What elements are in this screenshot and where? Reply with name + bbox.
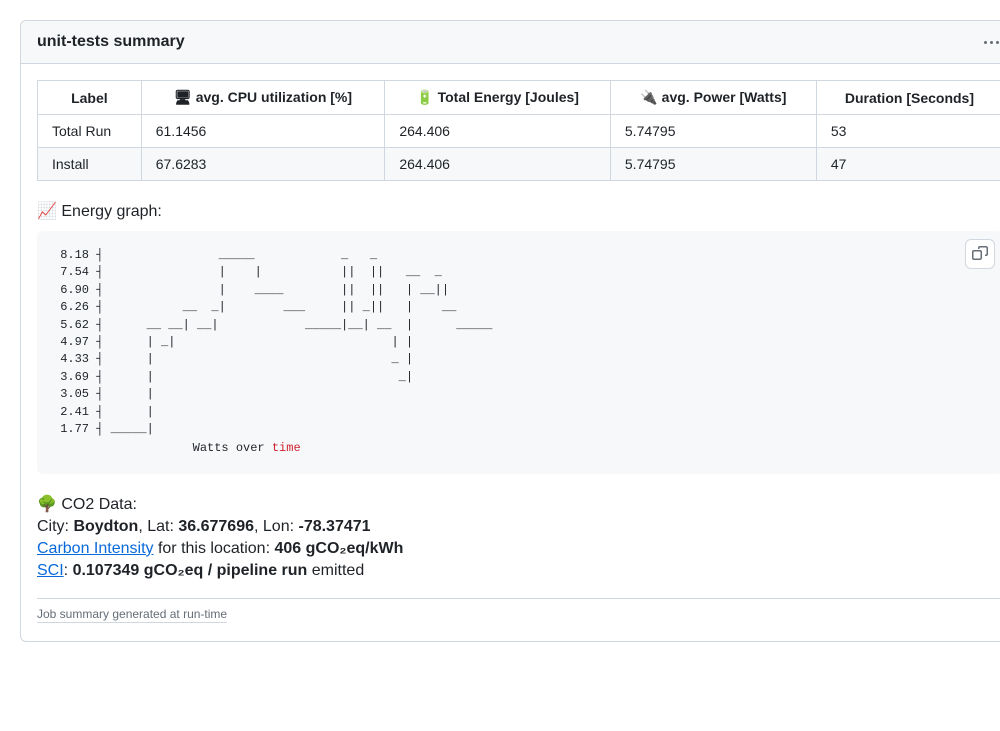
sci-link[interactable]: SCI [37,562,64,579]
caption-time: time [272,441,301,455]
co2-location: City: Boydton, Lat: 36.677696, Lon: -78.… [37,518,1000,536]
caption-prefix: Watts over [193,441,272,455]
city-label: City: [37,518,73,535]
kebab-dot-icon [990,41,993,44]
cell-label: Install [38,148,142,181]
cell-energy: 264.406 [385,115,611,148]
copy-icon [972,246,988,262]
lat-value: 36.677696 [178,518,254,535]
th-energy: 🔋 Total Energy [Joules] [385,81,611,115]
copy-button[interactable] [965,239,995,269]
lon-label: , Lon: [254,518,298,535]
co2-sci-line: SCI: 0.107349 gCO₂eq / pipeline run emit… [37,562,1000,580]
separator [37,598,1000,599]
metrics-table: Label 🖥 avg. CPU utilization [%] 🔋 Total… [37,80,1000,181]
carbon-intensity-text: for this location: [154,540,275,557]
carbon-intensity-value: 406 gCO₂eq/kWh [274,540,403,557]
table-header-row: Label 🖥 avg. CPU utilization [%] 🔋 Total… [38,81,1000,115]
sci-suffix: emitted [307,562,364,579]
ascii-plot: 8.18 ┤ _____ _ _ 7.54 ┤ | | || || __ _ 6… [53,247,987,438]
co2-block: 🌳 CO2 Data: City: Boydton, Lat: 36.67769… [37,494,1000,580]
cell-label: Total Run [38,115,142,148]
carbon-intensity-link[interactable]: Carbon Intensity [37,540,154,557]
card-body: Label 🖥 avg. CPU utilization [%] 🔋 Total… [21,64,1000,641]
kebab-dot-icon [996,41,999,44]
cell-duration: 53 [816,115,1000,148]
lon-value: -78.37471 [298,518,370,535]
cell-power: 5.74795 [610,148,816,181]
lat-label: , Lat: [138,518,178,535]
cell-energy: 264.406 [385,148,611,181]
kebab-dot-icon [984,41,987,44]
co2-intensity-line: Carbon Intensity for this location: 406 … [37,540,1000,558]
cell-cpu: 61.1456 [141,115,385,148]
sci-value: 0.107349 gCO₂eq / pipeline run [73,562,308,579]
footer-link[interactable]: Job summary generated at run-time [37,607,227,623]
th-power: 🔌 avg. Power [Watts] [610,81,816,115]
table-row: Total Run 61.1456 264.406 5.74795 53 [38,115,1000,148]
cell-duration: 47 [816,148,1000,181]
th-label: Label [38,81,142,115]
card-header: unit-tests summary [21,21,1000,64]
more-options-button[interactable] [980,37,1000,48]
th-cpu: 🖥 avg. CPU utilization [%] [141,81,385,115]
sci-sep: : [64,562,73,579]
plot-caption: Watts over time [53,440,987,457]
energy-graph-codeblock: 8.18 ┤ _____ _ _ 7.54 ┤ | | || || __ _ 6… [37,231,1000,474]
summary-card: unit-tests summary Label 🖥 avg. CPU util… [20,20,1000,642]
table-row: Install 67.6283 264.406 5.74795 47 [38,148,1000,181]
cell-power: 5.74795 [610,115,816,148]
energy-graph-label: 📈 Energy graph: [37,201,1000,221]
cell-cpu: 67.6283 [141,148,385,181]
co2-heading: 🌳 CO2 Data: [37,494,1000,514]
th-duration: Duration [Seconds] [816,81,1000,115]
city-value: Boydton [73,518,138,535]
card-title: unit-tests summary [37,33,185,51]
